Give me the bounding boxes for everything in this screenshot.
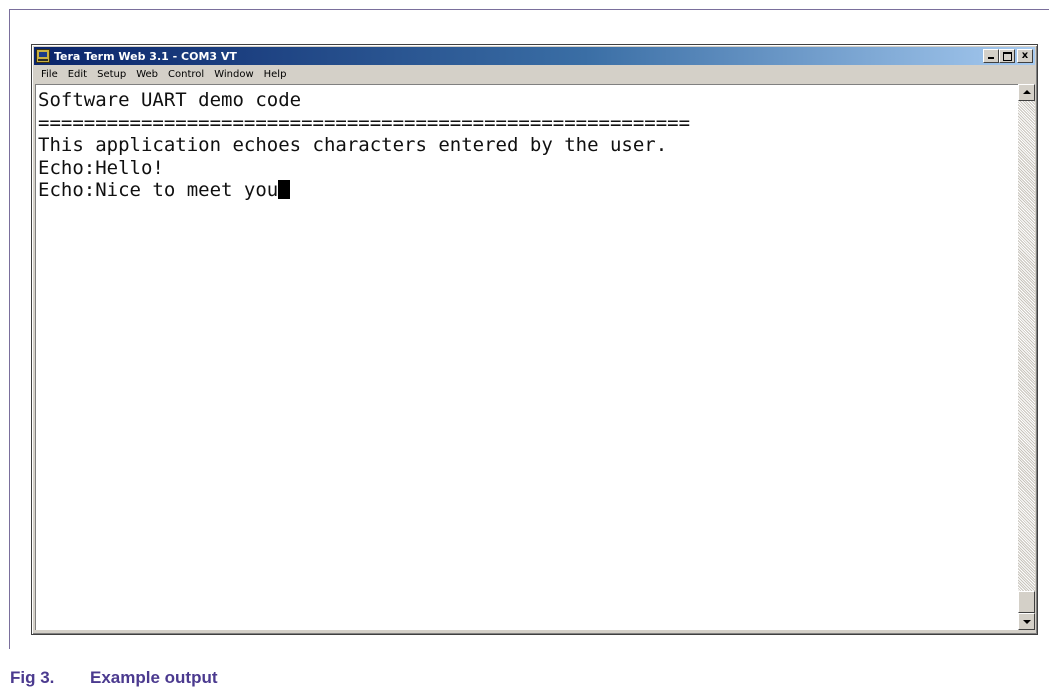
vertical-scrollbar[interactable] [1018,84,1035,630]
maximize-icon [1003,52,1012,61]
menu-file[interactable]: File [36,69,63,80]
minimize-button[interactable] [983,49,999,63]
menu-edit[interactable]: Edit [63,69,92,80]
terminal-output[interactable]: Software UART demo code =================… [35,84,1018,630]
terminal-line: This application echoes characters enter… [38,134,668,156]
title-bar[interactable]: Tera Term Web 3.1 - COM3 VT x [34,47,1035,65]
menu-setup[interactable]: Setup [92,69,131,80]
menu-bar: File Edit Setup Web Control Window Help [34,66,1035,83]
menu-window[interactable]: Window [209,69,258,80]
minimize-icon [988,57,994,59]
arrow-up-icon [1023,90,1031,94]
menu-help[interactable]: Help [259,69,292,80]
figure-caption-text: Example output [90,668,218,687]
scrollbar-thumb[interactable] [1018,591,1035,613]
maximize-button[interactable] [999,49,1015,63]
menu-control[interactable]: Control [163,69,209,80]
figure-number: Fig 3. [10,668,55,687]
terminal-line-text: Echo:Nice to meet you [38,179,279,201]
figure-caption: Fig 3. Example output [10,668,218,688]
text-cursor [278,180,291,199]
terminal-line-current: Echo:Nice to meet you [38,179,1018,202]
tera-term-app-icon[interactable] [36,49,50,63]
window-title: Tera Term Web 3.1 - COM3 VT [54,49,237,63]
terminal-line: Software UART demo code [38,89,302,111]
terminal-line: Echo:Hello! [38,156,164,179]
tera-term-window: Tera Term Web 3.1 - COM3 VT x File Edit … [31,44,1038,635]
close-button[interactable]: x [1017,49,1033,63]
terminal-line: ========================================… [38,111,691,134]
close-icon: x [1021,50,1029,61]
scroll-down-button[interactable] [1018,613,1035,630]
scroll-up-button[interactable] [1018,84,1035,101]
window-controls: x [983,49,1033,63]
arrow-down-icon [1023,620,1031,624]
menu-web[interactable]: Web [131,69,163,80]
